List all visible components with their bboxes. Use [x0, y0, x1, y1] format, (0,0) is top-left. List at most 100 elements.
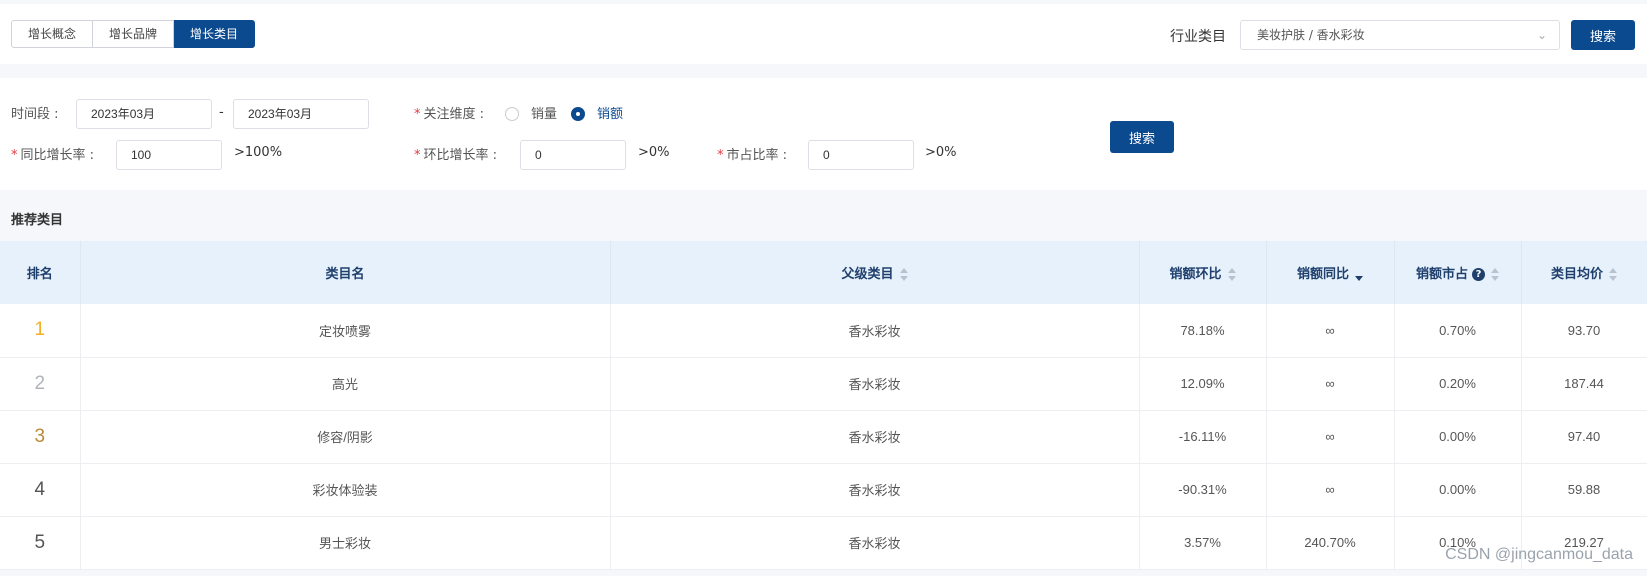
sales-yoy-cell: ∞ [1266, 304, 1395, 358]
yoy-label: * 同比增长率 : [11, 144, 94, 163]
top-bar: 增长概念 增长品牌 增长类目 行业类目 美妆护肤 / 香水彩妆 ⌄ 搜索 [0, 4, 1647, 64]
rank-cell: 1 [0, 304, 81, 358]
sales-mom-cell: 12.09% [1139, 357, 1267, 411]
watermark: CSDN @jingcanmou_data [1445, 546, 1633, 563]
tab-growth-concept[interactable]: 增长概念 [11, 20, 94, 48]
required-mark: * [414, 148, 421, 163]
rank-cell: 4 [0, 463, 81, 517]
header-sales-mom-label: 销额环比 [1169, 267, 1222, 282]
category-name-cell: 定妆喷雾 [80, 304, 611, 358]
header-category-name-label: 类目名 [325, 267, 365, 282]
sales-yoy-cell: ∞ [1266, 410, 1395, 464]
category-table: 排名 类目名 父级类目 销额环比 销额同比 销额市占? 类目均价 1 定妆喷雾 … [0, 241, 1647, 570]
sort-icon[interactable] [1491, 267, 1499, 282]
sort-icon[interactable] [1227, 267, 1236, 282]
radio-sales-volume[interactable] [505, 107, 519, 121]
dimension-label: * 关注维度 : [414, 103, 484, 122]
header-sales-yoy-label: 销额同比 [1296, 267, 1349, 282]
end-month-input[interactable]: 2023年03月 [233, 99, 369, 129]
rank-cell: 3 [0, 410, 81, 464]
industry-select-value: 美妆护肤 / 香水彩妆 [1257, 28, 1365, 42]
header-category-name: 类目名 [80, 241, 611, 304]
header-avg-price-label: 类目均价 [1550, 267, 1603, 282]
avg-price-cell: 97.40 [1521, 410, 1647, 464]
category-name-cell: 彩妆体验装 [80, 463, 611, 517]
chevron-down-icon: ⌄ [1536, 28, 1547, 42]
mom-suffix: >0% [638, 145, 670, 160]
rank-cell: 2 [0, 357, 81, 411]
sales-yoy-cell: ∞ [1266, 463, 1395, 517]
header-avg-price[interactable]: 类目均价 [1521, 241, 1647, 304]
filter-search-button[interactable]: 搜索 [1110, 121, 1174, 153]
category-name-cell: 高光 [80, 357, 611, 411]
header-rank-label: 排名 [26, 267, 53, 282]
sales-mom-cell: -16.11% [1139, 410, 1267, 464]
avg-price-cell: 187.44 [1521, 357, 1647, 411]
filter-panel: 时间段 : 2023年03月 - 2023年03月 * 关注维度 : 销量 销额 … [0, 78, 1647, 190]
table-row: 3 修容/阴影 香水彩妆 -16.11% ∞ 0.00% 97.40 [0, 410, 1647, 464]
market-share-cell: 0.00% [1394, 463, 1522, 517]
header-parent-category[interactable]: 父级类目 [610, 241, 1140, 304]
table-header-row: 排名 类目名 父级类目 销额环比 销额同比 销额市占? 类目均价 [0, 241, 1647, 304]
sales-yoy-cell: 240.70% [1266, 516, 1395, 570]
table-row: 1 定妆喷雾 香水彩妆 78.18% ∞ 0.70% 93.70 [0, 304, 1647, 358]
required-mark: * [414, 107, 421, 122]
mom-label: * 环比增长率 : [414, 144, 497, 163]
industry-search-button[interactable]: 搜索 [1571, 20, 1635, 50]
share-input[interactable]: 0 [808, 140, 914, 170]
header-parent-category-label: 父级类目 [841, 267, 894, 282]
required-mark: * [717, 148, 724, 163]
required-mark: * [11, 148, 18, 163]
industry-select[interactable]: 美妆护肤 / 香水彩妆 ⌄ [1240, 20, 1560, 50]
yoy-label-text: 同比增长率 : [20, 148, 95, 163]
avg-price-cell: 59.88 [1521, 463, 1647, 517]
yoy-suffix: >100% [234, 145, 283, 160]
rank-cell: 5 [0, 516, 81, 570]
mom-label-text: 环比增长率 : [423, 148, 498, 163]
table-row: 2 高光 香水彩妆 12.09% ∞ 0.20% 187.44 [0, 357, 1647, 411]
tab-growth-brand[interactable]: 增长品牌 [93, 20, 175, 48]
sales-mom-cell: -90.31% [1139, 463, 1267, 517]
mom-input[interactable]: 0 [520, 140, 626, 170]
start-month-input[interactable]: 2023年03月 [76, 99, 212, 129]
date-separator: - [219, 105, 224, 120]
parent-category-cell: 香水彩妆 [610, 357, 1140, 411]
sales-yoy-cell: ∞ [1266, 357, 1395, 411]
header-market-share[interactable]: 销额市占? [1394, 241, 1522, 304]
share-label: * 市占比率 : [717, 144, 787, 163]
yoy-input[interactable]: 100 [116, 140, 222, 170]
market-share-cell: 0.70% [1394, 304, 1522, 358]
parent-category-cell: 香水彩妆 [610, 304, 1140, 358]
radio-sales-amount[interactable] [571, 107, 585, 121]
period-label: 时间段 : [11, 107, 59, 122]
header-sales-yoy[interactable]: 销额同比 [1266, 241, 1395, 304]
table-row: 4 彩妆体验装 香水彩妆 -90.31% ∞ 0.00% 59.88 [0, 463, 1647, 517]
sales-mom-cell: 78.18% [1139, 304, 1267, 358]
table-row: 5 男士彩妆 香水彩妆 3.57% 240.70% 0.10% 219.27 [0, 516, 1647, 570]
sort-icon[interactable] [1609, 267, 1617, 282]
parent-category-cell: 香水彩妆 [610, 516, 1140, 570]
share-label-text: 市占比率 : [726, 148, 788, 163]
section-title: 推荐类目 [11, 213, 64, 228]
sales-mom-cell: 3.57% [1139, 516, 1267, 570]
sort-desc-icon[interactable] [1355, 268, 1363, 282]
market-share-cell: 0.00% [1394, 410, 1522, 464]
parent-category-cell: 香水彩妆 [610, 463, 1140, 517]
category-name-cell: 男士彩妆 [80, 516, 611, 570]
tab-growth-category[interactable]: 增长类目 [174, 20, 256, 48]
radio-sales-volume-label[interactable]: 销量 [531, 103, 557, 122]
dimension-label-text: 关注维度 : [423, 107, 485, 122]
header-rank: 排名 [0, 241, 81, 304]
header-market-share-label: 销额市占 [1415, 267, 1468, 282]
parent-category-cell: 香水彩妆 [610, 410, 1140, 464]
header-sales-mom[interactable]: 销额环比 [1139, 241, 1267, 304]
help-icon[interactable]: ? [1472, 268, 1485, 281]
avg-price-cell: 93.70 [1521, 304, 1647, 358]
sort-icon[interactable] [899, 267, 908, 282]
radio-sales-amount-label[interactable]: 销额 [597, 103, 623, 122]
tab-group: 增长概念 增长品牌 增长类目 [11, 20, 256, 48]
market-share-cell: 0.20% [1394, 357, 1522, 411]
share-suffix: >0% [925, 145, 957, 160]
industry-label: 行业类目 [1170, 29, 1226, 45]
category-name-cell: 修容/阴影 [80, 410, 611, 464]
